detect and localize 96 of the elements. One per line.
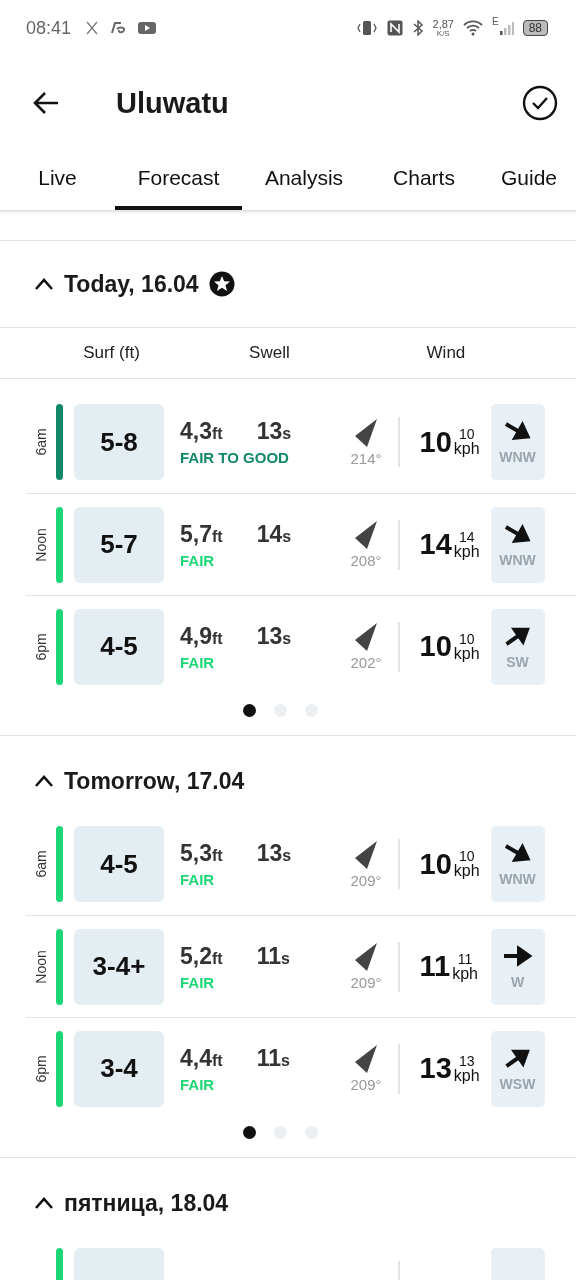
wind-gust: 14 <box>458 529 475 544</box>
collapse-caret-icon[interactable] <box>34 774 54 788</box>
surf-height-box: 3-4+ <box>74 928 164 1005</box>
column-header: Wind <box>425 343 467 363</box>
wind-direction: WSW <box>499 1075 536 1092</box>
wind-unit: kph <box>452 965 478 982</box>
wind-unit: kph <box>453 543 480 560</box>
wind-gust: 11 <box>457 951 473 966</box>
day-title: пятница, 18.04 <box>64 1189 229 1217</box>
collapse-caret-icon[interactable] <box>34 1196 54 1210</box>
swell-period: 11s <box>256 1044 290 1072</box>
tab[interactable]: Guide <box>482 150 576 210</box>
swell-height: 5,3ft <box>180 840 223 867</box>
swell-degrees: 208° <box>350 552 382 569</box>
network-type: E <box>491 16 499 27</box>
wind-unit: kph <box>453 441 480 457</box>
rating-label: FAIR <box>180 973 216 991</box>
wind-direction: WNW <box>499 871 536 887</box>
rating-label: FAIR <box>180 871 216 888</box>
wind-speed: 11 <box>419 950 451 983</box>
nfc-icon <box>386 20 403 36</box>
time-label: 6am <box>33 428 49 456</box>
swell-height: 4,9ft <box>180 622 223 650</box>
wind-direction: W <box>510 973 525 990</box>
swell-direction-icon <box>353 1044 379 1074</box>
swell-period: 11s <box>256 942 290 970</box>
swell-direction-icon <box>353 942 379 972</box>
battery-indicator: 88 <box>522 20 548 36</box>
vibrate-icon <box>355 20 378 36</box>
swell-degrees: 209° <box>350 871 382 889</box>
swell-height: 4,4ft <box>180 1044 223 1072</box>
wind-speed: 14 <box>419 528 452 561</box>
tab[interactable]: Charts <box>366 150 482 210</box>
rating-label: FAIR <box>180 653 216 671</box>
swell-degrees: 202° <box>350 654 382 671</box>
rating-label: FAIR <box>180 551 216 569</box>
column-header: Surf (ft) <box>82 343 141 363</box>
tab[interactable]: Live <box>0 150 115 210</box>
time-label: 6pm <box>33 1054 49 1083</box>
wind-speed: 10 <box>419 847 452 881</box>
collapse-caret-icon[interactable] <box>34 277 54 291</box>
wind-unit: kph <box>453 645 480 662</box>
wind-direction: WNW <box>499 551 536 568</box>
swell-period: 13s <box>256 622 292 650</box>
rating-label: FAIR <box>180 1075 216 1093</box>
wind-speed: 10 <box>419 630 452 663</box>
check-circle-icon[interactable] <box>522 85 558 121</box>
swell-degrees: 209° <box>350 974 382 991</box>
swell-period: 13s <box>256 418 292 445</box>
wind-unit: kph <box>453 1067 480 1084</box>
back-arrow-icon[interactable] <box>32 91 60 115</box>
surf-height-box: 5-8 <box>74 404 164 480</box>
swell-period: 14s <box>256 520 292 548</box>
page-title: Uluwatu <box>116 86 229 120</box>
swell-degrees: 214° <box>350 449 382 467</box>
speed-unit: K/S <box>436 29 450 38</box>
swell-height: 5,7ft <box>180 520 223 548</box>
swell-period: 13s <box>256 840 292 867</box>
wind-speed: 13 <box>419 1052 452 1085</box>
swell-height: 5,2ft <box>180 942 223 970</box>
page-dot[interactable] <box>242 703 256 717</box>
wind-unit: kph <box>453 863 480 879</box>
surf-height-box: 4-5 <box>74 826 164 902</box>
page-dot[interactable] <box>242 1125 256 1139</box>
swell-height: 4,3ft <box>180 418 223 445</box>
wind-gust: 10 <box>458 849 475 863</box>
time-label: 6am <box>33 850 49 878</box>
wind-direction: SW <box>506 653 529 670</box>
speed-value: 2,87 <box>432 18 454 30</box>
status-time: 08:41 <box>26 17 72 39</box>
swell-direction-icon <box>353 520 379 550</box>
rating-label: FAIR TO GOOD <box>180 449 290 466</box>
time-label: 6pm <box>33 632 49 661</box>
tab[interactable]: Analysis <box>242 150 366 210</box>
bluetooth-icon <box>411 20 424 36</box>
wind-gust: 10 <box>458 631 475 646</box>
column-header: Swell <box>248 343 291 363</box>
swell-degrees: 209° <box>350 1076 382 1093</box>
day-title: Today, 16.04 <box>64 270 199 298</box>
swell-direction-icon <box>353 622 379 652</box>
surf-height-box: 4-5 <box>74 608 164 685</box>
video-icon <box>138 21 157 35</box>
surf-height-box: 3-4 <box>74 1030 164 1107</box>
day-title: Tomorrow, 17.04 <box>64 767 245 795</box>
surf-height-box: 5-7 <box>74 506 164 583</box>
wifi-icon <box>462 20 483 36</box>
wind-speed: 10 <box>419 425 452 459</box>
wind-gust: 13 <box>458 1053 475 1068</box>
time-label: Noon <box>33 527 49 562</box>
signal-icon <box>499 21 514 35</box>
time-label: Noon <box>33 949 49 984</box>
wind-gust: 10 <box>458 427 475 441</box>
wind-direction: WNW <box>499 449 536 465</box>
star-badge-icon <box>208 271 235 297</box>
swell-direction-icon <box>353 417 379 448</box>
swell-direction-icon <box>353 839 379 870</box>
